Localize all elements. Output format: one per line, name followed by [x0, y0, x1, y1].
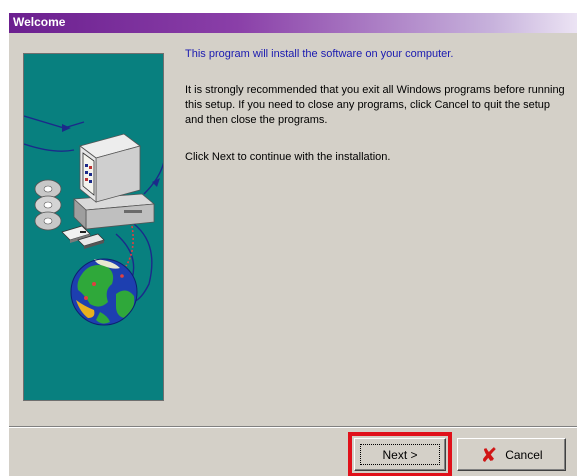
- warning-text: It is strongly recommended that you exit…: [185, 84, 565, 126]
- next-button[interactable]: Next >: [348, 432, 452, 476]
- window-title: Welcome: [13, 15, 66, 29]
- cd-icon: [34, 179, 62, 231]
- divider-highlight: [9, 427, 577, 428]
- title-bar[interactable]: Welcome: [9, 13, 577, 33]
- setup-illustration: [23, 53, 164, 401]
- globe-icon: [70, 258, 138, 326]
- computer-icon: [73, 133, 156, 230]
- setup-window: Welcome This program will install the so…: [8, 12, 577, 476]
- cancel-button-label: Cancel: [505, 447, 543, 462]
- instruction-text: Click Next to continue with the installa…: [185, 151, 391, 163]
- floppy-icon: [61, 225, 105, 249]
- cancel-button[interactable]: ✘ Cancel: [457, 438, 566, 471]
- intro-text: This program will install the software o…: [185, 48, 454, 60]
- x-icon: ✘: [480, 442, 498, 467]
- focus-rectangle: [360, 444, 440, 465]
